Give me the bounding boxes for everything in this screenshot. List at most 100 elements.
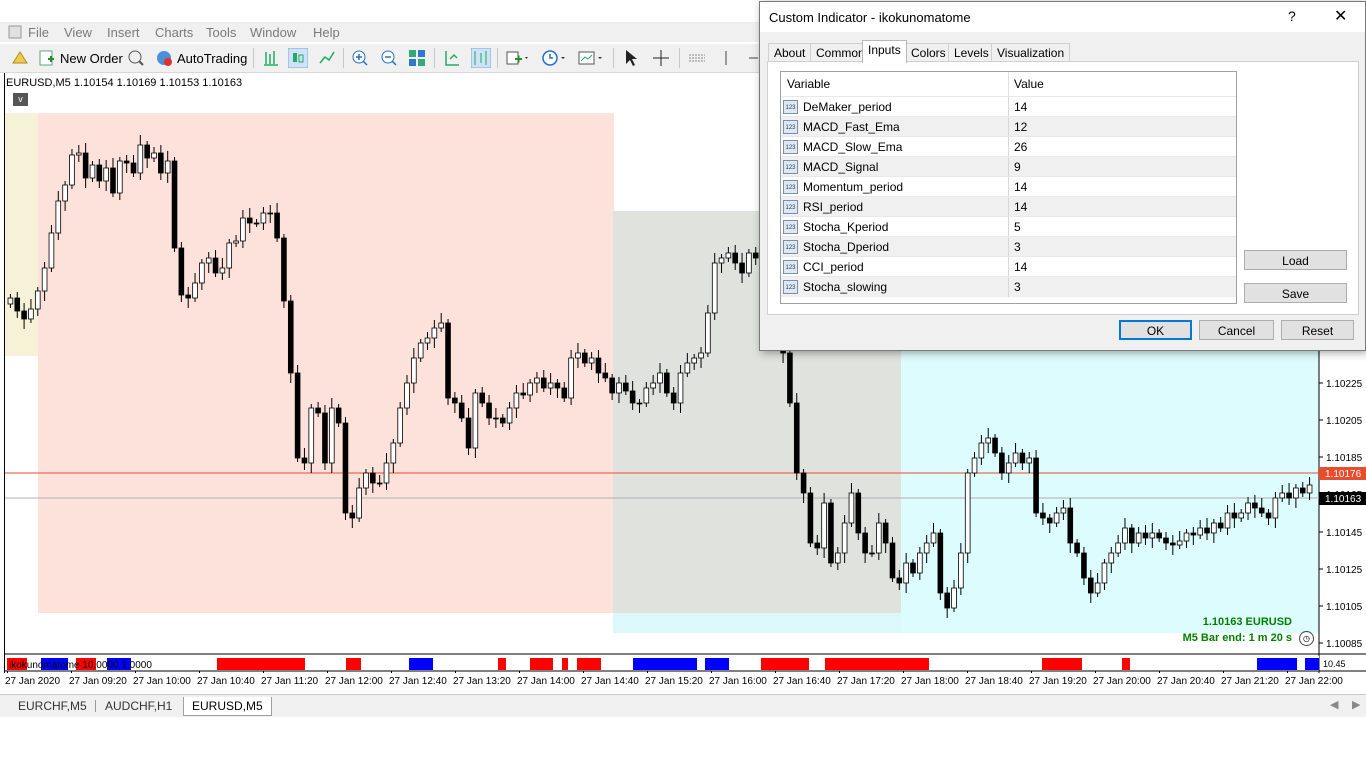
- input-value[interactable]: 26: [1014, 140, 1027, 154]
- chart-shift-icon[interactable]: [471, 48, 491, 68]
- candle-body: [889, 542, 896, 579]
- close-icon[interactable]: ✕: [1334, 6, 1347, 26]
- candle-body: [623, 382, 629, 392]
- input-row[interactable]: 123 MACD_Fast_Ema 12: [781, 116, 1236, 137]
- time-label: 27 Jan 16:00: [709, 676, 767, 687]
- column-value[interactable]: Value: [1008, 72, 1234, 96]
- input-row[interactable]: 123 RSI_period 14: [781, 196, 1236, 217]
- menu-help[interactable]: Help: [313, 25, 340, 40]
- line-chart-icon[interactable]: [318, 48, 336, 68]
- reset-button[interactable]: Reset: [1281, 320, 1354, 340]
- column-variable[interactable]: Variable: [781, 72, 1008, 96]
- input-value[interactable]: 3: [1014, 240, 1021, 254]
- auto-scroll-icon[interactable]: [443, 48, 461, 68]
- tile-windows-icon[interactable]: [408, 48, 426, 68]
- candle-body: [479, 392, 486, 404]
- tab-eurchf-m5[interactable]: EURCHF,M5: [10, 697, 95, 715]
- signal-bar-red: [346, 658, 361, 670]
- menu-window[interactable]: Window: [250, 25, 296, 40]
- menu-tools[interactable]: Tools: [206, 25, 236, 40]
- candle-body: [417, 342, 424, 359]
- help-icon[interactable]: ?: [1288, 8, 1296, 24]
- bar-chart-icon[interactable]: [262, 48, 280, 68]
- candle-body: [862, 532, 868, 554]
- input-value[interactable]: 14: [1014, 200, 1027, 214]
- input-value[interactable]: 5: [1014, 220, 1021, 234]
- ok-button[interactable]: OK: [1119, 320, 1192, 340]
- input-value[interactable]: 14: [1014, 260, 1027, 274]
- input-value[interactable]: 3: [1014, 280, 1021, 294]
- input-value[interactable]: 14: [1014, 100, 1027, 114]
- tab-colors[interactable]: Colors: [905, 43, 952, 62]
- candle-body: [287, 300, 294, 374]
- indicators-icon[interactable]: [506, 48, 530, 68]
- crosshair-icon[interactable]: [652, 48, 670, 68]
- cancel-button[interactable]: Cancel: [1199, 320, 1274, 340]
- new-order-icon: [39, 50, 54, 66]
- input-value[interactable]: 12: [1014, 120, 1027, 134]
- candlestick-icon[interactable]: [288, 48, 308, 68]
- input-row[interactable]: 123 Stocha_Dperiod 3: [781, 236, 1236, 257]
- signal-bar-blue: [1257, 658, 1297, 670]
- menu-charts[interactable]: Charts: [155, 25, 193, 40]
- tab-visualization[interactable]: Visualization: [991, 43, 1071, 62]
- hline-icon[interactable]: [688, 48, 706, 68]
- signal-bar-red: [1042, 658, 1082, 670]
- candle-body: [1279, 492, 1286, 499]
- signal-bar-blue: [633, 658, 697, 670]
- candle-body: [1190, 532, 1197, 536]
- market-watch-icon[interactable]: [127, 48, 145, 68]
- tab-levels[interactable]: Levels: [948, 43, 995, 62]
- tab-inputs[interactable]: Inputs: [862, 40, 907, 63]
- tab-eurusd-m5[interactable]: EURUSD,M5: [183, 697, 272, 716]
- trendline-icon[interactable]: [748, 48, 758, 68]
- custom-indicator-dialog: Custom Indicator - ikokunomatome ? ✕ Abo…: [759, 1, 1366, 351]
- input-row[interactable]: 123 DeMaker_period 14: [781, 96, 1236, 117]
- input-row[interactable]: 123 CCI_period 14: [781, 256, 1236, 277]
- candle-body: [513, 392, 520, 409]
- autotrading-button[interactable]: AutoTrading: [155, 48, 247, 68]
- load-button[interactable]: Load: [1244, 250, 1347, 270]
- input-row[interactable]: 123 Stocha_slowing 3: [781, 276, 1236, 297]
- candle-body: [1224, 512, 1231, 529]
- new-order-button[interactable]: New Order: [38, 48, 123, 68]
- zoom-out-icon[interactable]: [380, 48, 398, 68]
- menu-view[interactable]: View: [64, 25, 92, 40]
- zoom-in-icon[interactable]: [351, 48, 369, 68]
- file-menu-icon[interactable]: [8, 25, 22, 42]
- time-label: 27 Jan 10:00: [133, 676, 191, 687]
- collapse-button[interactable]: v: [13, 93, 28, 106]
- candle-body: [55, 200, 62, 234]
- vline-icon[interactable]: [722, 48, 730, 68]
- dialog-title: Custom Indicator - ikokunomatome: [769, 10, 971, 25]
- candle-body: [903, 562, 909, 584]
- input-value[interactable]: 9: [1014, 160, 1021, 174]
- input-row[interactable]: 123 MACD_Slow_Ema 26: [781, 136, 1236, 157]
- input-row[interactable]: 123 Momentum_period 14: [781, 176, 1236, 197]
- candle-body: [1293, 487, 1299, 499]
- zone-cyan: [901, 349, 1319, 633]
- profiles-icon[interactable]: [10, 48, 30, 68]
- scroll-right-icon[interactable]: ▶: [1352, 698, 1360, 711]
- candle-body: [1115, 542, 1121, 554]
- input-value[interactable]: 14: [1014, 180, 1027, 194]
- cursor-icon[interactable]: [623, 48, 639, 68]
- candle-body: [144, 144, 150, 159]
- periods-icon[interactable]: [541, 48, 567, 68]
- input-row[interactable]: 123 Stocha_Kperiod 5: [781, 216, 1236, 237]
- input-row[interactable]: 123 MACD_Signal 9: [781, 156, 1236, 177]
- tab-audchf-h1[interactable]: AUDCHF,H1: [97, 697, 180, 715]
- templates-icon[interactable]: [578, 48, 604, 68]
- candle-body: [397, 407, 403, 444]
- scroll-left-icon[interactable]: ◀: [1330, 698, 1338, 711]
- save-button[interactable]: Save: [1244, 283, 1347, 303]
- candle-body: [164, 160, 171, 174]
- tab-about[interactable]: About: [768, 43, 812, 62]
- menu-insert[interactable]: Insert: [107, 25, 140, 40]
- candle-body: [486, 402, 492, 419]
- menu-file[interactable]: File: [28, 25, 49, 40]
- price-label: 1.10185: [1326, 453, 1363, 464]
- candle-body: [581, 352, 588, 364]
- candle-body: [992, 437, 998, 454]
- candle-body: [281, 237, 287, 302]
